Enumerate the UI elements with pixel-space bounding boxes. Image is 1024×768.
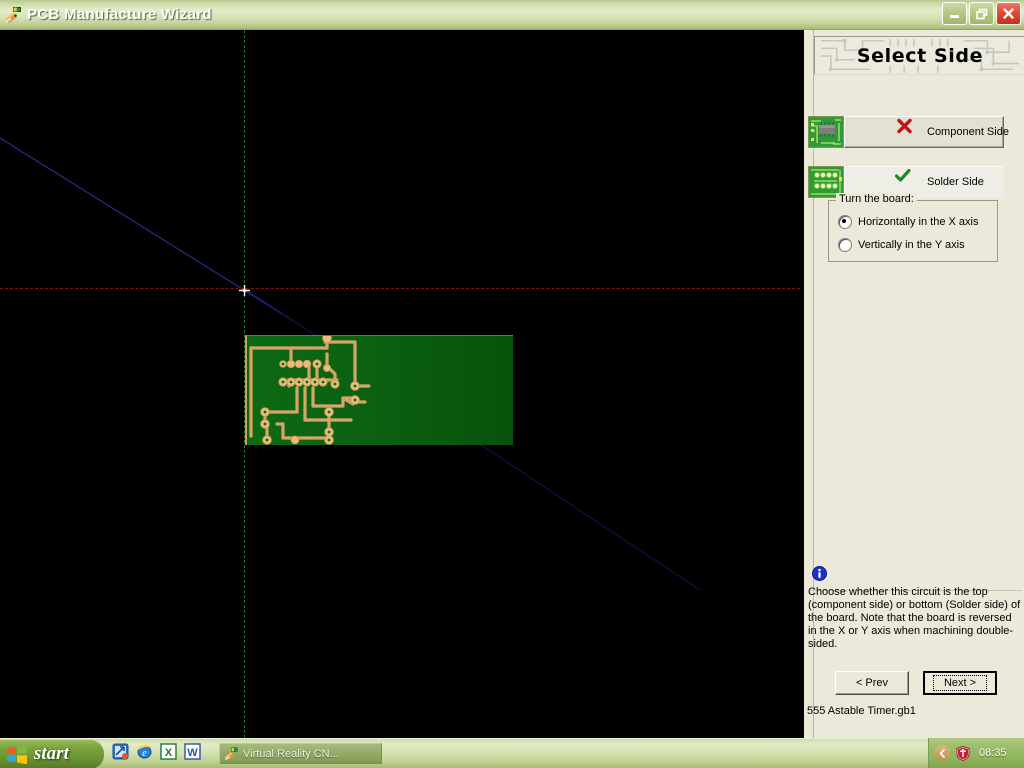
check-mark-icon: [895, 169, 911, 182]
radio-horizontal-label: Horizontally in the X axis: [858, 216, 979, 228]
pcb-board-preview[interactable]: [245, 335, 513, 445]
window-title: PCB Manufacture Wizard: [27, 6, 212, 23]
restore-button[interactable]: [969, 2, 994, 25]
word-icon[interactable]: W: [184, 743, 201, 760]
excel-icon[interactable]: X: [160, 743, 177, 760]
component-side-thumbnail: [808, 116, 844, 148]
svg-text:W: W: [187, 747, 198, 759]
origin-crosshair: [239, 283, 250, 296]
pcb-wizard-icon: [3, 5, 23, 25]
window-titlebar[interactable]: PCB Manufacture Wizard: [0, 0, 1024, 30]
prev-button[interactable]: < Prev: [835, 671, 909, 695]
radio-vertical-y-axis[interactable]: Vertically in the Y axis: [838, 238, 965, 252]
current-filename: 555 Astable Timer.gb1: [807, 705, 916, 717]
page-title: Select Side: [856, 44, 984, 67]
svg-text:X: X: [165, 747, 173, 759]
svg-text:e: e: [142, 748, 147, 759]
next-button[interactable]: Next >: [923, 671, 997, 695]
turn-board-groupbox: [828, 200, 998, 262]
tray-clock[interactable]: 08:35: [979, 747, 1007, 759]
horizontal-guide-line: [0, 288, 800, 289]
component-side-button[interactable]: Component Side: [844, 116, 1009, 148]
turn-board-group: Turn the board: Horizontally in the X ax…: [828, 193, 998, 262]
security-shield-icon[interactable]: [956, 746, 970, 761]
chevron-left-icon[interactable]: [934, 745, 950, 761]
component-side-label: Component Side: [927, 126, 1009, 138]
desktop: PCB Manufacture Wizard Select Side Compo…: [0, 0, 1024, 768]
minimize-button[interactable]: [942, 2, 967, 25]
radio-vertical-label: Vertically in the Y axis: [858, 239, 965, 251]
taskbar-item-virtual-reality-cnc[interactable]: Virtual Reality CN...: [219, 743, 382, 764]
taskbar-item-label: Virtual Reality CN...: [243, 747, 339, 760]
pcb-design-canvas[interactable]: [0, 30, 800, 738]
pcb-wizard-icon: [223, 746, 239, 762]
next-button-label: Next >: [932, 675, 988, 691]
panel-header: Select Side: [814, 36, 1024, 75]
info-icon: [812, 566, 827, 581]
info-description: Choose whether this circuit is the top (…: [808, 586, 1021, 650]
radio-button-indicator[interactable]: [838, 238, 852, 252]
pcb-copper-traces: [249, 336, 371, 445]
radio-button-indicator[interactable]: [838, 215, 852, 229]
taskbar-task-list: Virtual Reality CN...: [219, 743, 382, 764]
solder-side-label: Solder Side: [927, 176, 984, 188]
prev-button-label: < Prev: [855, 677, 889, 689]
taskbar: start e X W: [0, 738, 1024, 768]
start-button[interactable]: start: [0, 739, 104, 768]
quick-launch-bar: e X W: [112, 743, 201, 760]
cross-mark-icon: [897, 118, 912, 134]
internet-explorer-icon[interactable]: e: [136, 743, 153, 760]
close-button[interactable]: [996, 2, 1021, 25]
component-side-row[interactable]: Component Side: [808, 116, 1009, 148]
show-desktop-icon[interactable]: [112, 743, 129, 760]
start-button-label: start: [34, 743, 69, 764]
system-tray: 08:35: [928, 738, 1024, 768]
radio-horizontal-x-axis[interactable]: Horizontally in the X axis: [838, 215, 978, 229]
turn-board-legend: Turn the board:: [836, 193, 917, 205]
windows-flag-icon: [0, 744, 28, 765]
window-controls: [942, 2, 1021, 25]
